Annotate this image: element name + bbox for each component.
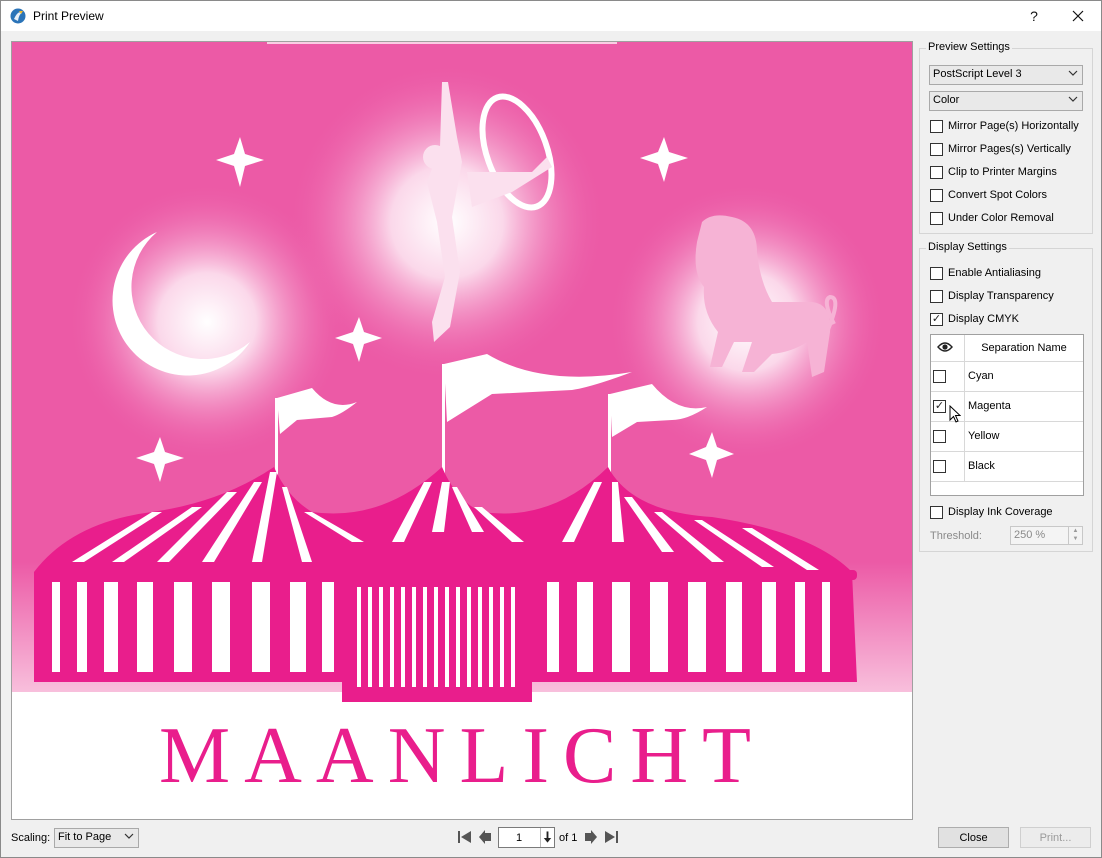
eye-icon <box>937 342 953 352</box>
convert-spot-option[interactable]: Convert Spot Colors <box>930 187 1047 203</box>
column-divider <box>964 392 965 422</box>
transparency-checkbox[interactable] <box>930 289 943 303</box>
threshold-spinner[interactable]: 250 % ▲ ▼ <box>1010 526 1083 545</box>
clip-margins-label: Clip to Printer Margins <box>948 166 1057 178</box>
mirror-horizontal-option[interactable]: Mirror Page(s) Horizontally <box>930 118 1079 134</box>
chevron-down-icon <box>1068 94 1078 107</box>
previous-page-icon[interactable] <box>477 829 495 845</box>
threshold-value: 250 % <box>1014 529 1046 541</box>
page-number-input[interactable]: 1 <box>498 827 555 848</box>
clip-margins-option[interactable]: Clip to Printer Margins <box>930 164 1057 180</box>
convert-spot-label: Convert Spot Colors <box>948 189 1048 201</box>
cmyk-checkbox[interactable]: ✓ <box>930 312 943 326</box>
separations-header: Separation Name <box>931 335 1083 362</box>
ucr-option[interactable]: Under Color Removal <box>930 210 1054 226</box>
transparency-label: Display Transparency <box>948 290 1054 302</box>
close-icon <box>1072 10 1084 22</box>
app-logo-icon <box>10 8 26 24</box>
print-preview-window: Print Preview ? MAANLICHT Preview Settin… <box>0 0 1102 858</box>
magenta-checkbox[interactable]: ✓ <box>933 400 946 413</box>
scaling-label: Scaling: <box>11 832 51 844</box>
page-count-label: of 1 <box>559 832 578 844</box>
first-page-icon[interactable] <box>456 829 474 845</box>
antialiasing-checkbox[interactable] <box>930 266 943 280</box>
black-label: Black <box>968 460 995 472</box>
mirror-horizontal-checkbox[interactable] <box>930 119 943 133</box>
close-window-button[interactable] <box>1056 1 1100 31</box>
column-divider <box>964 362 965 392</box>
title-bar: Print Preview ? <box>1 1 1101 31</box>
column-divider <box>964 422 965 452</box>
antialiasing-option[interactable]: Enable Antialiasing <box>930 265 1041 281</box>
antialiasing-label: Enable Antialiasing <box>948 267 1041 279</box>
cmyk-label: Display CMYK <box>948 313 1019 325</box>
separations-table: Separation Name Cyan ✓ Magenta Yellow Bl… <box>930 334 1084 496</box>
display-settings-group: Display Settings Enable Antialiasing Dis… <box>919 241 1093 552</box>
ink-coverage-checkbox[interactable] <box>930 505 943 519</box>
mouse-cursor-icon <box>949 405 961 423</box>
cyan-label: Cyan <box>968 370 994 382</box>
clip-margins-checkbox[interactable] <box>930 165 943 179</box>
window-title: Print Preview <box>33 9 104 23</box>
chevron-down-icon <box>124 831 134 844</box>
separation-row-cyan[interactable]: Cyan <box>931 362 1083 392</box>
page-spinner-icon[interactable] <box>540 828 554 847</box>
transparency-option[interactable]: Display Transparency <box>930 288 1054 304</box>
cmyk-option[interactable]: ✓ Display CMYK <box>930 311 1019 327</box>
preview-settings-group: Preview Settings PostScript Level 3 Colo… <box>919 41 1093 234</box>
close-button[interactable]: Close <box>938 827 1009 848</box>
print-button[interactable]: Print... <box>1020 827 1091 848</box>
magenta-label: Magenta <box>968 400 1011 412</box>
column-divider <box>964 452 965 482</box>
artwork-title: MAANLICHT <box>159 712 765 800</box>
separation-row-yellow[interactable]: Yellow <box>931 422 1083 452</box>
page-number-value: 1 <box>515 832 523 844</box>
mirror-horizontal-label: Mirror Page(s) Horizontally <box>948 120 1079 132</box>
ink-coverage-label: Display Ink Coverage <box>948 506 1053 518</box>
scaling-select[interactable]: Fit to Page <box>54 828 139 848</box>
mirror-vertical-option[interactable]: Mirror Pages(s) Vertically <box>930 141 1071 157</box>
cyan-checkbox[interactable] <box>933 370 946 383</box>
display-settings-title: Display Settings <box>926 241 1009 253</box>
convert-spot-checkbox[interactable] <box>930 188 943 202</box>
scaling-value: Fit to Page <box>58 831 112 843</box>
postscript-level-select[interactable]: PostScript Level 3 <box>929 65 1083 85</box>
color-mode-select[interactable]: Color <box>929 91 1083 111</box>
separation-row-black[interactable]: Black <box>931 452 1083 482</box>
yellow-checkbox[interactable] <box>933 430 946 443</box>
separation-name-header: Separation Name <box>981 342 1067 354</box>
threshold-label: Threshold: <box>930 530 982 542</box>
yellow-label: Yellow <box>968 430 1000 442</box>
ucr-checkbox[interactable] <box>930 211 943 225</box>
ink-coverage-option[interactable]: Display Ink Coverage <box>930 504 1053 520</box>
chevron-down-icon <box>1068 68 1078 81</box>
preview-canvas[interactable]: MAANLICHT <box>11 41 913 820</box>
spinner-arrows-icon[interactable]: ▲ ▼ <box>1068 527 1082 544</box>
preview-settings-title: Preview Settings <box>926 41 1012 53</box>
help-button[interactable]: ? <box>1012 1 1056 31</box>
preview-artwork: MAANLICHT <box>12 42 912 800</box>
mirror-vertical-label: Mirror Pages(s) Vertically <box>948 143 1071 155</box>
black-checkbox[interactable] <box>933 460 946 473</box>
postscript-level-value: PostScript Level 3 <box>933 68 1022 80</box>
mirror-vertical-checkbox[interactable] <box>930 142 943 156</box>
color-mode-value: Color <box>933 94 960 106</box>
next-page-icon[interactable] <box>581 829 599 845</box>
ucr-label: Under Color Removal <box>948 212 1054 224</box>
settings-panel: Preview Settings PostScript Level 3 Colo… <box>919 41 1095 552</box>
last-page-icon[interactable] <box>602 829 620 845</box>
